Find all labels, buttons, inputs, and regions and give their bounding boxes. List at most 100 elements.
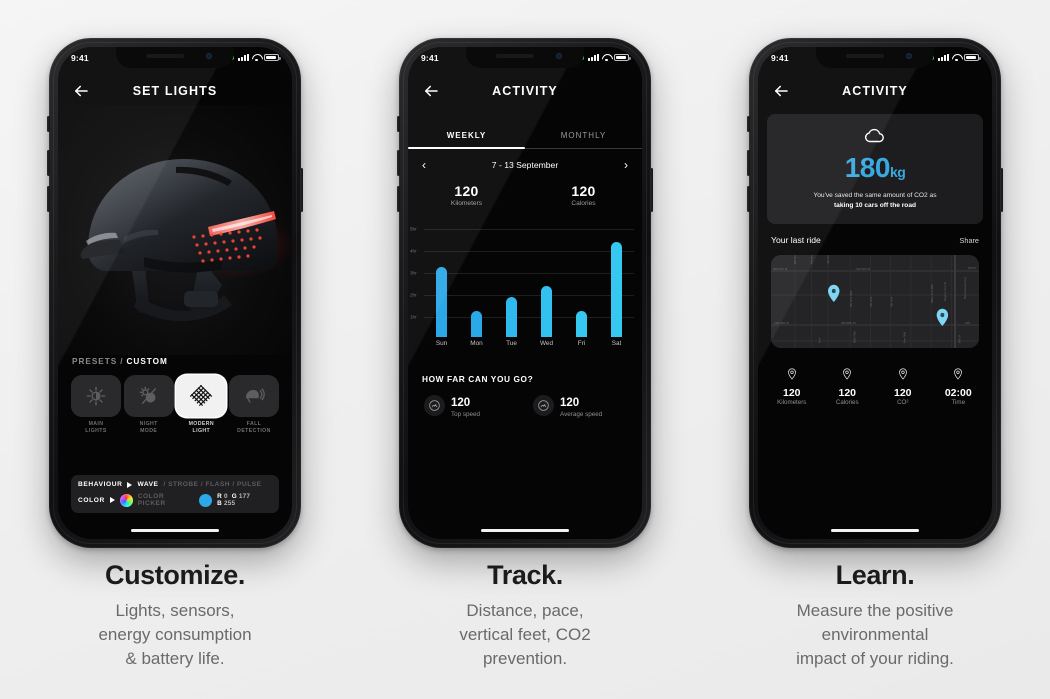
chart-bar-column [599,227,634,337]
volume-up-button[interactable] [747,150,750,176]
app-header-1: SET LIGHTS [58,68,292,114]
play-triangle-icon[interactable] [109,497,115,503]
silent-switch[interactable] [747,116,750,132]
arrow-left-icon[interactable] [772,82,790,100]
presets-label[interactable]: PRESETS [72,357,117,366]
chart-bar-column [459,227,494,337]
week-selector: ‹ 7 - 13 September › [422,159,628,171]
phone-mockup-1: 9:41 SET LIGHTS PRESETS / CUSTOM MAIN LI… [47,38,303,548]
earpiece-speaker [496,54,534,58]
custom-label[interactable]: CUSTOM [127,357,168,366]
summary-label: Kilometers [450,200,483,207]
color-row[interactable]: COLOR COLOR PICKER R 0 G 177 B 255 [78,493,272,507]
chart-x-label: Sat [611,340,622,347]
chart-bars [424,227,634,337]
silent-switch[interactable] [397,116,400,132]
preset-row: MAIN LIGHTS NIGHT MODE MODERN LIGHT FALL… [71,375,279,435]
behaviour-label: BEHAVIOUR [78,481,123,488]
volume-up-button[interactable] [397,150,400,176]
last-ride-route-map[interactable]: NW 67th St NW 67th St NW 65th St NW 65th… [771,255,979,348]
cellular-signal-icon [238,54,249,61]
wifi-icon [602,54,611,61]
pin-icon [898,367,908,384]
co2-savings-card: 180kg You've saved the same amount of CO… [767,114,983,224]
silent-switch[interactable] [47,116,50,132]
power-button[interactable] [300,168,303,212]
preset-label: MAIN LIGHTS [85,421,107,435]
current-color-swatch[interactable] [199,493,213,507]
chart-y-tick: 3hr [410,270,417,276]
chart-y-tick: 2hr [410,292,417,298]
panel-customize: 9:41 SET LIGHTS PRESETS / CUSTOM MAIN LI… [0,0,350,699]
stat-label: Kilometers [777,399,807,406]
home-indicator[interactable] [131,528,219,532]
night-mode-icon [123,375,174,417]
preset-main-lights[interactable]: MAIN LIGHTS [71,375,121,435]
chart-bar-column [424,227,459,337]
phone-mockup-3: 9:41 ACTIVITY 180kg You've saved the sam… [747,38,1003,548]
app-header-3: ACTIVITY [758,68,992,114]
preset-label: FALL DETECTION [237,421,271,435]
caption-subtitle: Distance, pace, vertical feet, CO2 preve… [459,601,591,669]
page-title: ACTIVITY [842,84,908,98]
color-wheel-icon[interactable] [119,493,133,507]
front-camera [206,53,212,59]
section-title-how-far: HOW FAR CAN YOU GO? [422,374,534,384]
summary-label: Calories [571,200,596,207]
stat-value: 120 [782,387,801,399]
chart-bar-column [529,227,564,337]
arrow-left-icon[interactable] [72,82,90,100]
stat-average-speed: 120 Average speed [525,393,634,418]
volume-down-button[interactable] [47,186,50,212]
screen-activity-weekly: 9:41 ACTIVITY WEEKLY MONTHLY ‹ 7 - 13 Se… [408,47,642,539]
week-range-label: 7 - 13 September [491,160,559,170]
power-button[interactable] [1000,168,1003,212]
behaviour-selected[interactable]: WAVE [137,481,158,488]
pin-icon [787,367,797,384]
arrow-left-icon[interactable] [422,82,440,100]
speed-value: 120 [560,397,580,409]
screen-activity-co2: 9:41 ACTIVITY 180kg You've saved the sam… [758,47,992,539]
chart-bar [436,267,447,337]
behaviour-options[interactable]: / STROBE / FLASH / PULSE [163,481,261,488]
behaviour-panel: BEHAVIOUR WAVE / STROBE / FLASH / PULSE … [71,475,279,513]
tab-weekly[interactable]: WEEKLY [408,131,525,140]
svg-text:4th Ave: 4th Ave [890,296,894,307]
svg-text:8th Ave NW: 8th Ave NW [849,291,853,307]
speed-label: Top speed [451,411,481,418]
volume-down-button[interactable] [747,186,750,212]
share-button[interactable]: Share [960,236,979,245]
play-triangle-icon[interactable] [127,481,133,488]
behaviour-row[interactable]: BEHAVIOUR WAVE / STROBE / FLASH / PULSE [78,481,272,488]
chevron-right-icon[interactable]: › [624,159,628,171]
power-button[interactable] [650,168,653,212]
ride-stats-row: 120 Kilometers 120 Calories 120 CO² 02:0… [764,367,986,406]
app-header-2: ACTIVITY [408,68,642,114]
chart-bar [576,311,587,337]
presets-header: PRESETS / CUSTOM [72,357,168,366]
notch [816,47,934,68]
chart-bar-column [494,227,529,337]
svg-text:NW 67: NW 67 [968,266,977,270]
preset-fall-detection[interactable]: FALL DETECTION [228,375,279,435]
tab-monthly[interactable]: MONTHLY [525,131,642,140]
wifi-icon [952,54,961,61]
wifi-icon [252,54,261,61]
svg-text:8th Ave: 8th Ave [793,255,797,264]
preset-modern-light[interactable]: MODERN LIGHT [176,375,227,435]
chevron-left-icon[interactable]: ‹ [422,159,426,171]
bike-helmet-with-red-led-taillight-icon [80,159,292,321]
stat-label: Calories [835,399,859,406]
preset-night-mode[interactable]: NIGHT MODE [123,375,174,435]
volume-up-button[interactable] [47,150,50,176]
tab-active-underline [408,147,525,149]
summary-value: 120 [571,183,596,199]
volume-down-button[interactable] [397,186,400,212]
home-indicator[interactable] [481,528,569,532]
presets-separator: / [120,357,124,366]
chart-bar [611,242,622,337]
color-picker-label[interactable]: COLOR PICKER [138,493,194,507]
svg-text:NW 8: NW 8 [958,335,962,343]
pin-icon [842,367,852,384]
home-indicator[interactable] [831,528,919,532]
